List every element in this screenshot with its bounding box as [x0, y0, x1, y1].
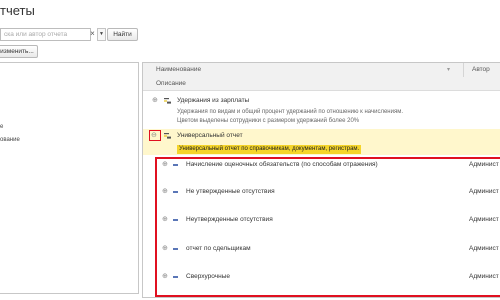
sections-panel: е ование: [0, 62, 139, 294]
report-variant-name[interactable]: Неутвержденные отсутствия: [186, 216, 273, 223]
report-variant-name[interactable]: отчет по сдельщикам: [186, 245, 251, 252]
variant-icon: [173, 248, 178, 250]
clear-icon[interactable]: ×: [89, 28, 96, 39]
report-icon: [164, 98, 171, 104]
window-title: тчеты: [0, 3, 35, 18]
report-name[interactable]: Удержания из зарплаты: [177, 97, 249, 104]
report-variant-name[interactable]: Начисление оценочных обязательств (по сп…: [186, 161, 378, 168]
reports-table: Наименование ▾ Автор Описание ⊕ Удержани…: [142, 62, 500, 298]
search-input[interactable]: ска или автор отчета: [0, 28, 91, 41]
column-header-description[interactable]: Описание: [156, 77, 186, 90]
report-name[interactable]: Универсальный отчет: [177, 132, 243, 139]
report-author: Админист: [469, 161, 499, 168]
report-description: Универсальный отчет по справочникам, док…: [177, 145, 362, 154]
expand-icon[interactable]: ⊕: [162, 273, 168, 281]
expand-icon[interactable]: ⊕: [162, 188, 168, 196]
report-variant-name[interactable]: Сверхурочные: [186, 273, 230, 280]
column-header-name[interactable]: Наименование: [156, 63, 201, 77]
report-author: Админист: [469, 273, 499, 280]
expand-icon[interactable]: ⊕: [162, 161, 168, 169]
variant-icon: [173, 164, 178, 166]
collapse-highlight: [149, 130, 161, 141]
variant-icon: [173, 276, 178, 278]
report-author: Админист: [469, 245, 499, 252]
report-author: Админист: [469, 216, 499, 223]
sort-arrow-icon[interactable]: ▾: [447, 63, 450, 77]
report-author: Админист: [469, 188, 499, 195]
report-description: Цветом выделены сотрудники с размером уд…: [177, 118, 360, 124]
table-subheader: Описание: [143, 77, 500, 91]
expand-icon[interactable]: ⊕: [162, 216, 168, 224]
expand-icon[interactable]: ⊕: [162, 245, 168, 253]
search-dropdown-button[interactable]: ▼: [97, 28, 106, 41]
change-button[interactable]: изменить...: [0, 45, 38, 58]
expand-icon[interactable]: ⊕: [152, 97, 158, 105]
report-description: Удержания по видам и общий процент удерж…: [177, 109, 404, 115]
variant-icon: [173, 191, 178, 193]
variant-icon: [173, 219, 178, 221]
report-icon: [164, 133, 171, 139]
column-header-author[interactable]: Автор: [472, 63, 490, 77]
report-variant-name[interactable]: Не утвержденные отсутствия: [186, 188, 275, 195]
section-item[interactable]: ование: [0, 137, 20, 143]
table-header: Наименование ▾ Автор: [143, 63, 500, 78]
section-item[interactable]: е: [0, 124, 3, 130]
find-button[interactable]: Найти: [107, 28, 138, 41]
column-separator: [463, 63, 464, 77]
